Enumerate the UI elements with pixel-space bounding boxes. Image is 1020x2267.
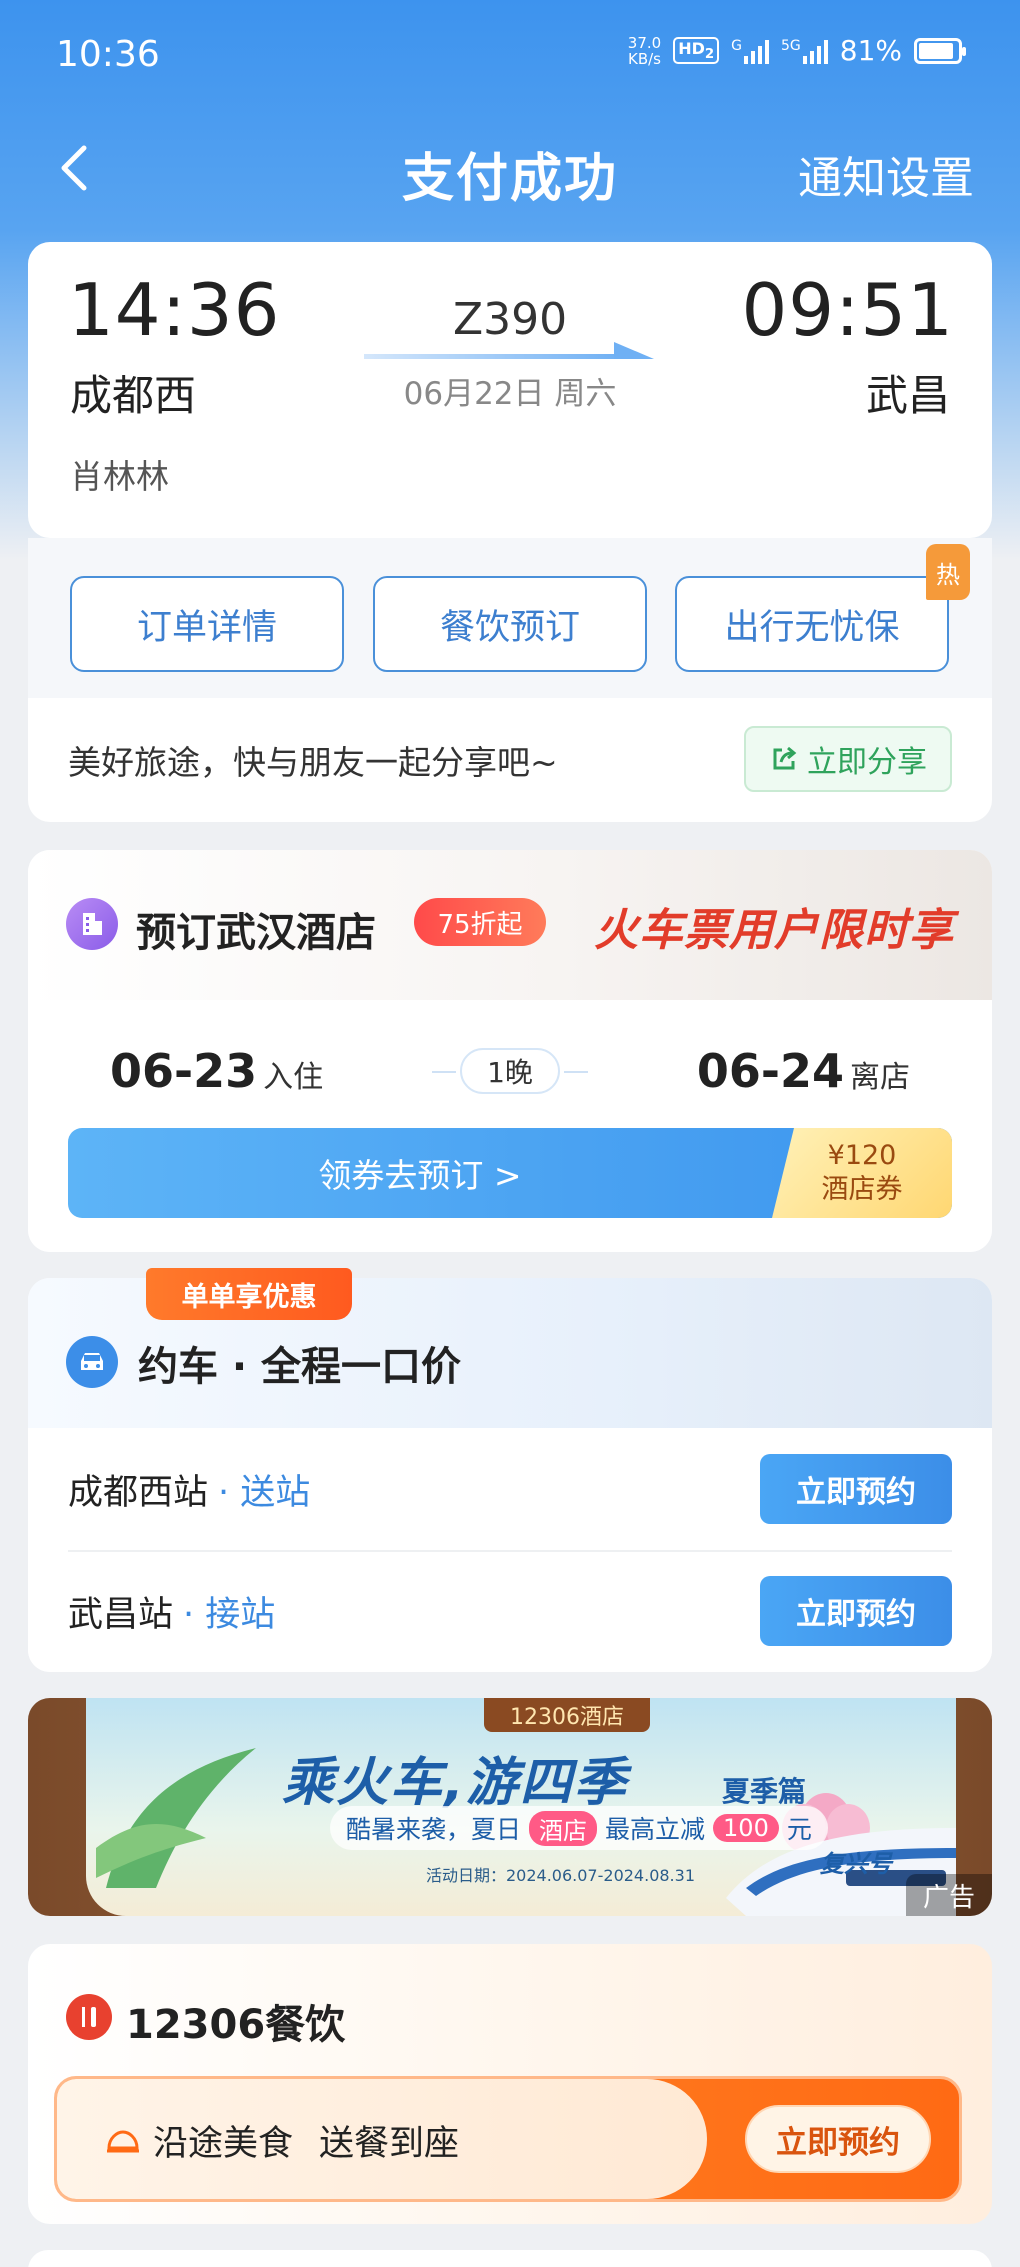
ride-row-dropoff: 成都西站 · 送站 立即预约 [68, 1428, 952, 1550]
banner-artwork: 12306酒店 乘火车,游四季 夏季篇 酷暑来袭，夏日 酒店 最高立减 100 … [86, 1698, 956, 1916]
train-name: 复兴号 [820, 1850, 892, 1878]
book-hotel-button[interactable]: 领券去预订 > ¥120 酒店券 [68, 1128, 952, 1218]
travel-date: 06月22日 周六 [403, 376, 617, 412]
book-pickup-button[interactable]: 立即预约 [760, 1576, 952, 1646]
order-food-button[interactable]: 立即预约 [745, 2105, 931, 2173]
ride-options: 成都西站 · 送站 立即预约 武昌站 · 接站 立即预约 [28, 1428, 992, 1672]
status-bar: 10:36 37.0 KB/s HD2 G 5G 81% [0, 0, 1020, 112]
ad-label: 广告 [906, 1874, 992, 1916]
signal-icon: G [731, 38, 769, 64]
banner-period: 活动日期：2024.06.07-2024.08.31 [426, 1866, 695, 1885]
book-dropoff-button[interactable]: 立即预约 [760, 1454, 952, 1524]
passenger-name: 肖林林 [70, 457, 169, 496]
leaf-decoration-icon [96, 1748, 256, 1888]
hd-icon: HD2 [673, 36, 720, 65]
hotel-title: 预订武汉酒店 [136, 910, 376, 956]
checkout-date[interactable]: 06-24 离店 [697, 1044, 910, 1098]
banner-brand: 12306酒店 [484, 1698, 650, 1732]
ride-row-pickup: 武昌站 · 接站 立即预约 [68, 1550, 952, 1672]
share-button[interactable]: 立即分享 [744, 726, 952, 792]
promo-banner[interactable]: 12306酒店 乘火车,游四季 夏季篇 酷暑来袭，夏日 酒店 最高立减 100 … [28, 1698, 992, 1916]
status-icons: 37.0 KB/s HD2 G 5G 81% [627, 33, 966, 68]
food-card: 12306餐饮 沿途美食 送餐到座 立即预约 [28, 1944, 992, 2224]
fork-knife-icon [66, 1994, 112, 2040]
exclusive-offer-tag: 单单享优惠 [146, 1268, 352, 1320]
travel-insurance-button[interactable]: 出行无忧保 [675, 576, 949, 672]
promo-slogan: 火车票用户限时享 [594, 905, 954, 956]
action-buttons: 订单详情 餐饮预订 出行无忧保 热 [28, 538, 992, 698]
next-card [28, 2250, 992, 2267]
food-slogan: 沿途美食 送餐到座 [105, 2115, 459, 2166]
battery-percent: 81% [839, 34, 902, 67]
notification-settings-button[interactable]: 通知设置 [798, 142, 974, 206]
car-icon [66, 1336, 118, 1388]
banner-subtitle: 酷暑来袭，夏日 酒店 最高立减 100 元 [330, 1806, 828, 1850]
share-icon [773, 746, 797, 770]
battery-icon [914, 37, 966, 64]
share-text: 美好旅途，快与朋友一起分享吧~ [68, 743, 558, 782]
food-order-bar[interactable]: 沿途美食 送餐到座 立即预约 [54, 2076, 962, 2202]
nights-count: 1晚 [460, 1048, 560, 1094]
ride-title: 约车 · 全程一口价 [138, 1344, 462, 1390]
nav-bar: 支付成功 通知设置 [0, 112, 1020, 228]
hot-badge: 热 [926, 544, 970, 600]
banner-title: 乘火车,游四季 [282, 1753, 628, 1813]
net-speed: 37.0 KB/s [627, 33, 662, 68]
hotel-card[interactable]: 预订武汉酒店 75折起 火车票用户限时享 06-23 入住 1晚 06-24 离店 … [28, 850, 992, 1252]
signal-5g-icon: 5G [781, 38, 828, 64]
hotel-header: 预订武汉酒店 75折起 火车票用户限时享 [28, 850, 992, 1000]
arrival-station: 武昌 [865, 371, 950, 420]
meal-booking-button[interactable]: 餐饮预订 [373, 576, 647, 672]
hotel-coupon: ¥120 酒店券 [772, 1128, 952, 1218]
hotel-booking: 06-23 入住 1晚 06-24 离店 领券去预订 > ¥120 酒店券 [28, 1000, 992, 1252]
checkin-date[interactable]: 06-23 入住 [110, 1044, 323, 1098]
ride-card: 约车 · 全程一口价 单单享优惠 成都西站 · 送站 立即预约 武昌站 · 接站… [28, 1268, 992, 1672]
direction-arrow-icon [364, 342, 654, 359]
banner-season: 夏季篇 [722, 1775, 807, 1808]
share-section: 美好旅途，快与朋友一起分享吧~ 立即分享 [28, 698, 992, 822]
discount-badge: 75折起 [414, 898, 546, 946]
arrival-time: 09:51 [741, 268, 954, 352]
food-dish-icon [107, 2129, 139, 2152]
food-title: 12306餐饮 [126, 2002, 346, 2048]
order-details-button[interactable]: 订单详情 [70, 576, 344, 672]
hotel-icon [66, 898, 118, 950]
ticket-card[interactable]: 14:36 成都西 Z390 06月22日 周六 09:51 武昌 肖林林 [28, 242, 992, 538]
status-time: 10:36 [56, 34, 160, 75]
